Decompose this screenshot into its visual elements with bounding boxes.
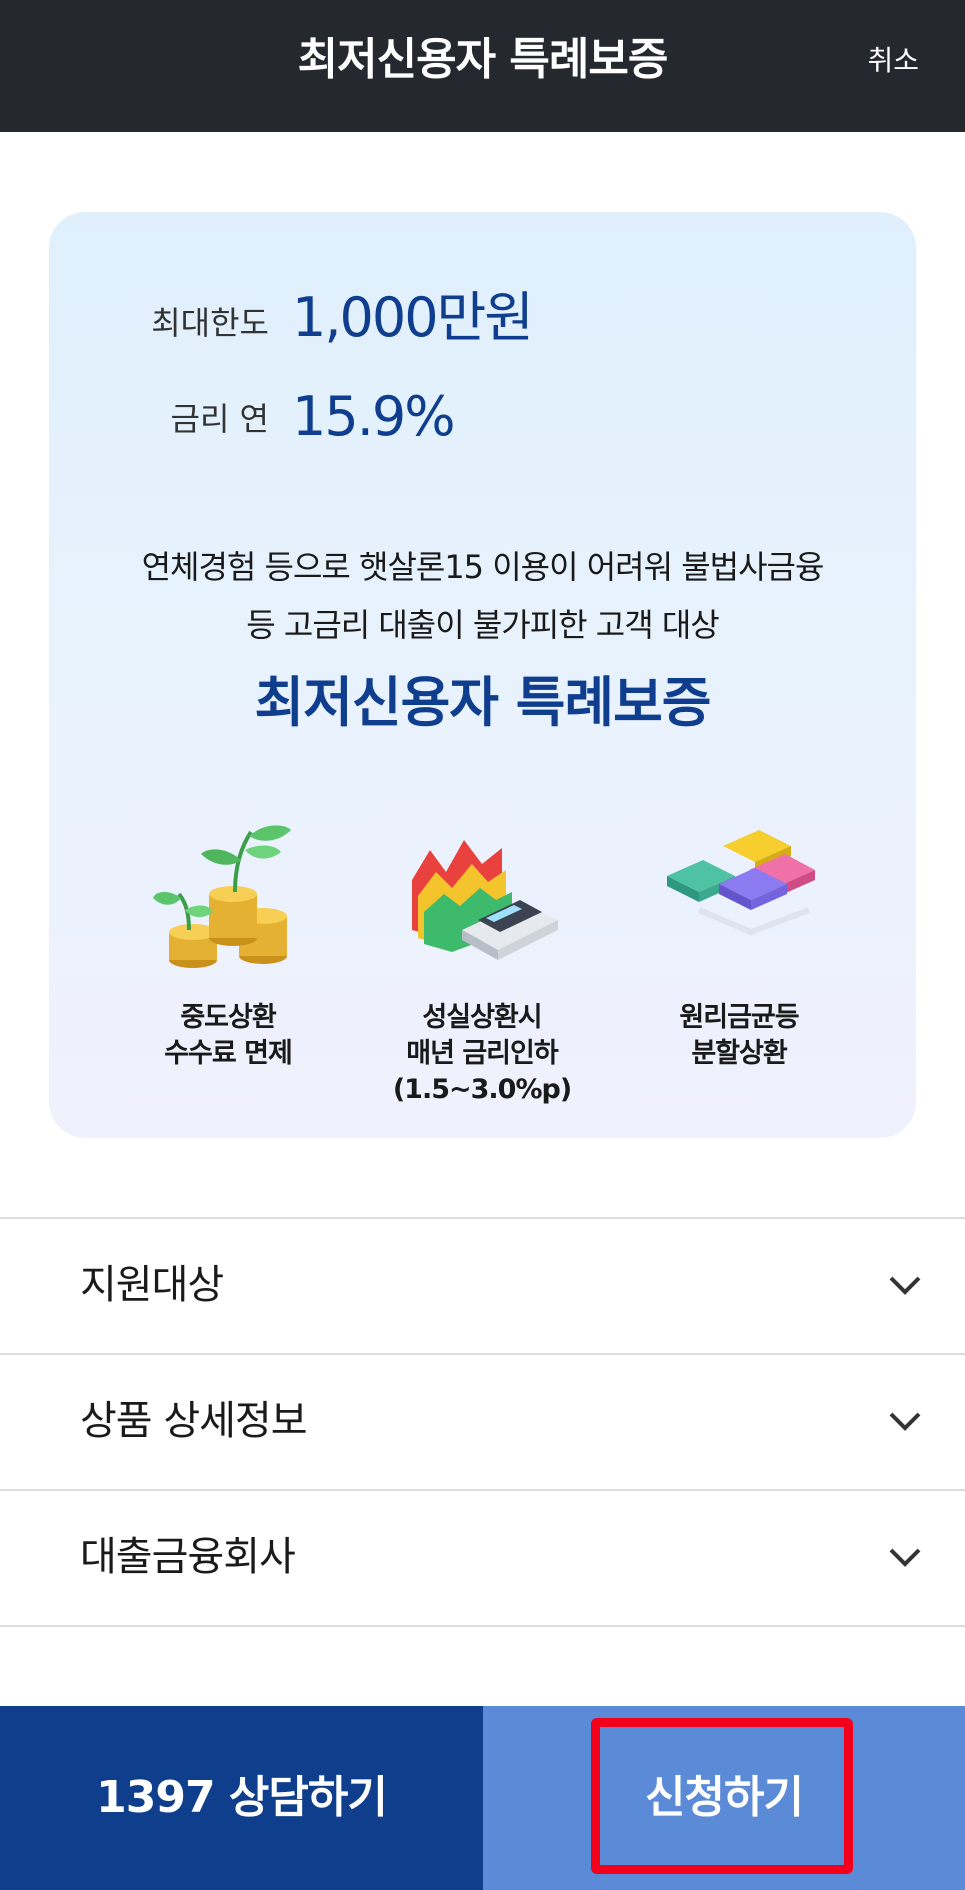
page-title: 최저신용자 특례보증 bbox=[297, 34, 669, 85]
cancel-button[interactable]: 취소 bbox=[867, 0, 919, 120]
chart-calculator-icon bbox=[412, 840, 558, 960]
accordion-lending-institutions[interactable]: 대출금융회사 bbox=[0, 1489, 965, 1625]
accordion-label: 상품 상세정보 bbox=[80, 1398, 308, 1444]
description-line-2: 등 고금리 대출이 불가피한 고객 대상 bbox=[246, 606, 719, 644]
feature-caption: 성실상환시 매년 금리인하 (1.5~3.0%p) bbox=[392, 1002, 572, 1105]
accordion-product-details[interactable]: 상품 상세정보 bbox=[0, 1353, 965, 1489]
apply-highlight-box bbox=[591, 1718, 853, 1874]
call-consult-button[interactable]: 1397 상담하기 bbox=[0, 1706, 483, 1890]
feature-prepayment-fee: 중도상환 수수료 면제 bbox=[98, 820, 358, 1120]
chevron-down-icon bbox=[889, 1276, 921, 1295]
chevron-down-icon bbox=[889, 1412, 921, 1431]
limit-row: 최대한도 1,000만원 bbox=[49, 282, 916, 352]
rate-label: 금리 연 bbox=[170, 400, 270, 438]
limit-value: 1,000만원 bbox=[292, 286, 534, 349]
feature-caption: 중도상환 수수료 면제 bbox=[164, 1002, 293, 1069]
rate-value: 15.9% bbox=[292, 385, 456, 448]
limit-label: 최대한도 bbox=[151, 304, 269, 342]
product-headline: 최저신용자 특례보증 bbox=[254, 671, 712, 734]
plant-coins-icon bbox=[153, 825, 291, 968]
divider bbox=[0, 1625, 965, 1627]
puzzle-icon bbox=[667, 830, 815, 936]
top-bar: 최저신용자 특례보증 취소 bbox=[0, 0, 965, 132]
accordion-label: 지원대상 bbox=[80, 1262, 224, 1308]
description-line-1: 연체경험 등으로 햇살론15 이용이 어려워 불법사금융 bbox=[141, 548, 825, 586]
rate-row: 금리 연 15.9% bbox=[49, 378, 916, 448]
accordion-eligibility[interactable]: 지원대상 bbox=[0, 1217, 965, 1353]
feature-rate-reduction: 성실상환시 매년 금리인하 (1.5~3.0%p) bbox=[352, 820, 612, 1120]
product-summary-card: 최대한도 1,000만원 금리 연 15.9% 연체경험 등으로 햇살론15 이… bbox=[49, 212, 916, 1138]
feature-equal-installment: 원리금균등 분할상환 bbox=[609, 820, 869, 1120]
chevron-down-icon bbox=[889, 1548, 921, 1567]
accordion-label: 대출금융회사 bbox=[80, 1534, 296, 1580]
feature-caption: 원리금균등 분할상환 bbox=[679, 1002, 799, 1069]
